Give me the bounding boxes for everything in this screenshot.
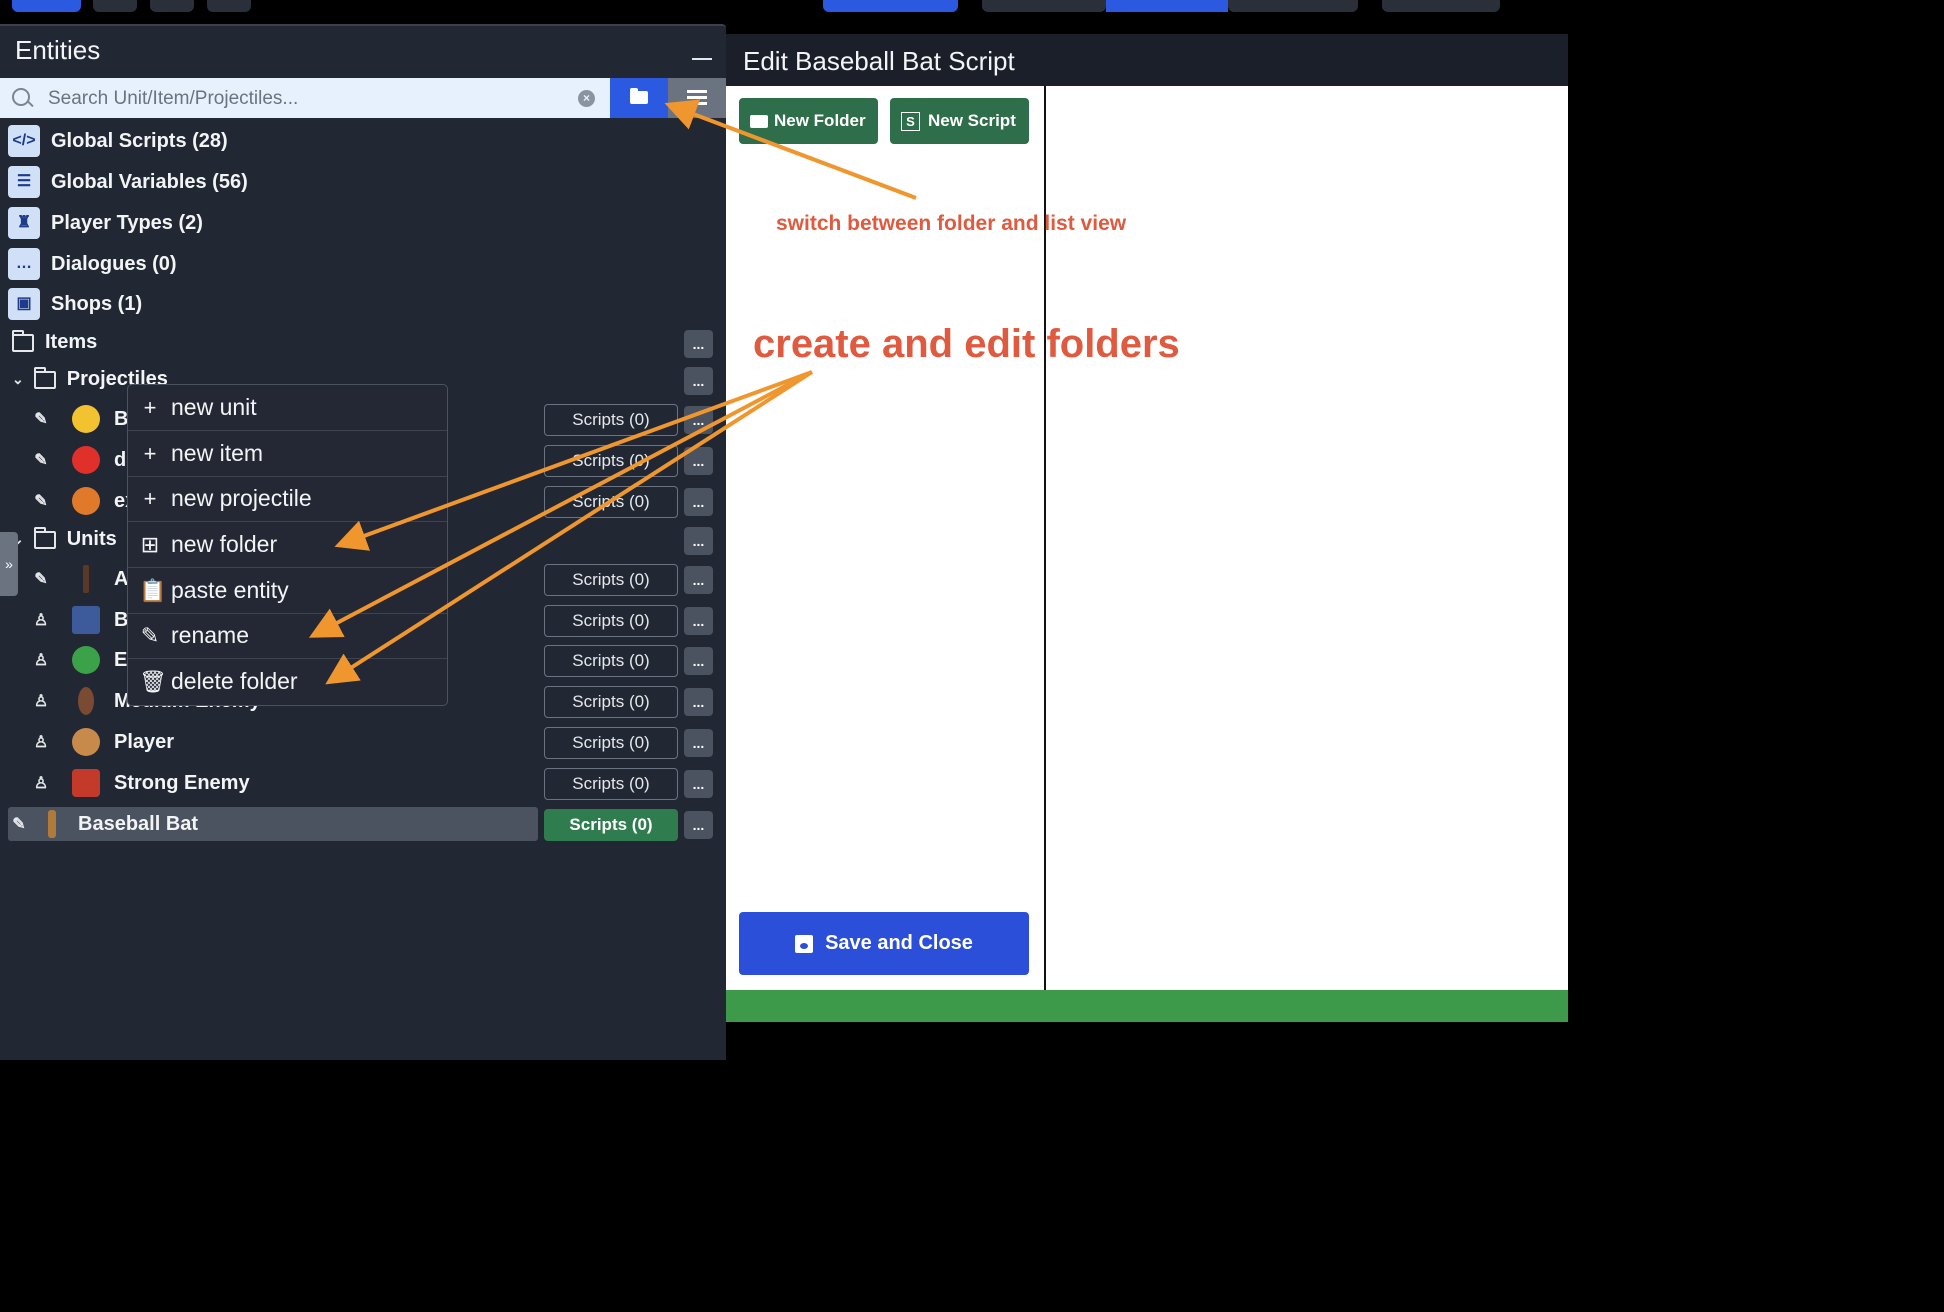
arrow-to-rename [308, 370, 813, 638]
arrow-to-delete-folder [325, 370, 814, 685]
arrow-to-new-folder [334, 370, 813, 551]
annotation-arrows [308, 99, 917, 685]
arrow-to-view-buttons [664, 99, 917, 200]
